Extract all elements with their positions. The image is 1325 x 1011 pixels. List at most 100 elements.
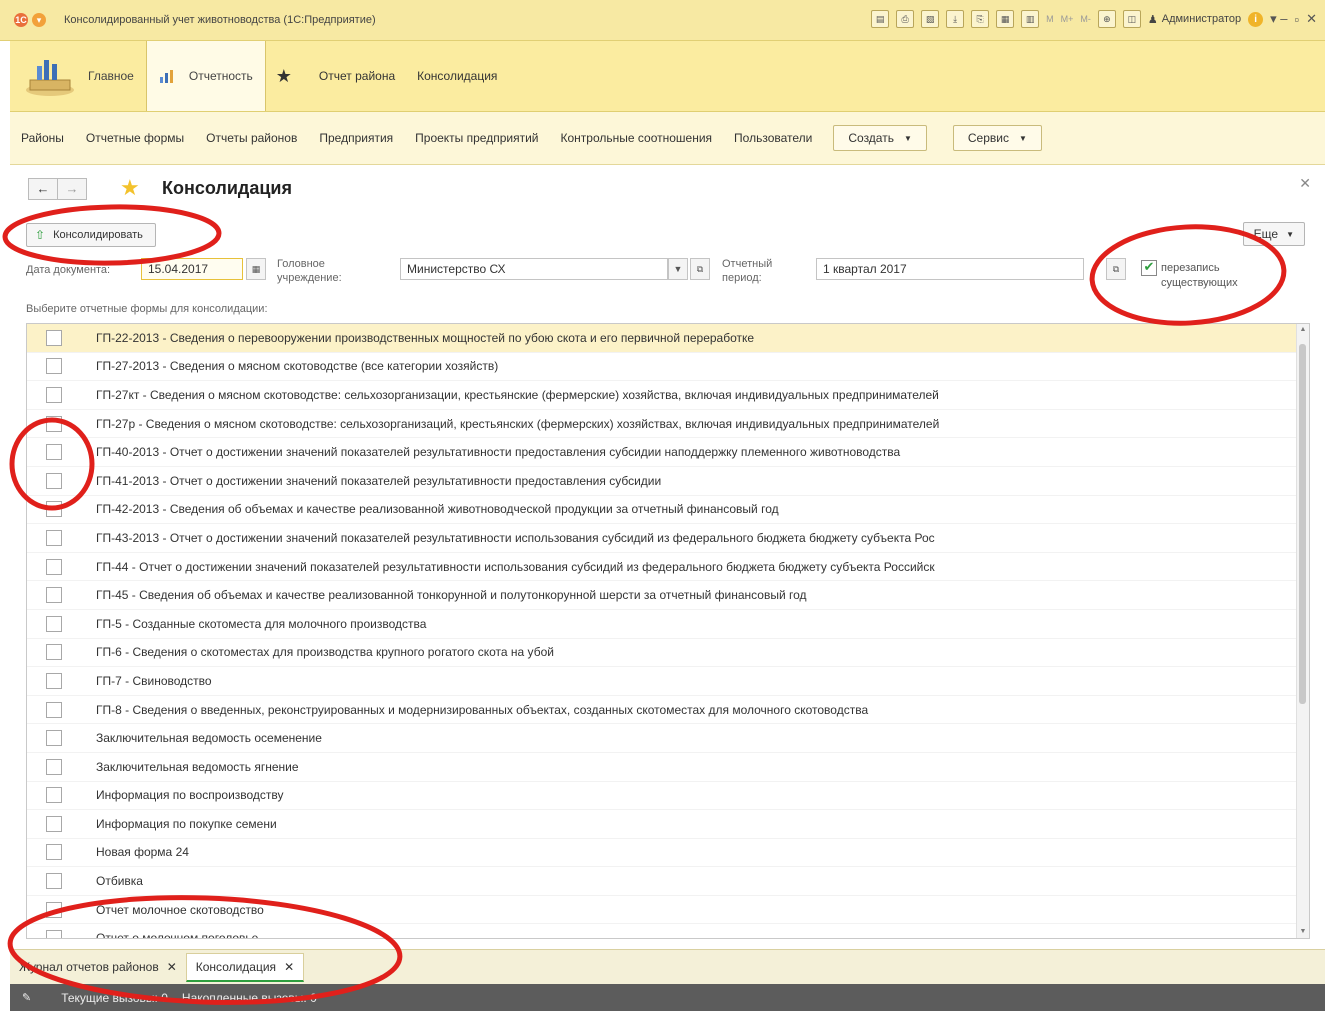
minimize-icon[interactable]: ▾ – <box>1270 11 1287 27</box>
close-window-icon[interactable]: ✕ <box>1306 11 1317 27</box>
favorites-icon[interactable]: ▤ <box>871 10 890 28</box>
row-checkbox[interactable] <box>46 815 62 832</box>
table-row[interactable]: Заключительная ведомость ягнение <box>27 753 1309 782</box>
row-checkbox[interactable] <box>46 930 62 938</box>
row-checkbox[interactable] <box>46 901 62 918</box>
table-row[interactable]: ГП-43-2013 - Отчет о достижении значений… <box>27 524 1309 553</box>
table-row[interactable]: ГП-5 - Созданные скотоместа для молочног… <box>27 610 1309 639</box>
nav-control-ratios[interactable]: Контрольные соотношения <box>550 131 724 145</box>
open-window-tab[interactable]: Журнал отчетов районов ✕ <box>10 954 186 980</box>
table-row[interactable]: ГП-6 - Сведения о скотоместах для произв… <box>27 639 1309 668</box>
favorites-star-icon[interactable]: ★ <box>276 66 292 87</box>
save-icon[interactable]: ⤓ <box>946 10 965 28</box>
maximize-icon[interactable]: ▫ <box>1294 12 1299 27</box>
memory-mminus-label[interactable]: M- <box>1080 14 1091 24</box>
back-arrow-icon[interactable]: ← <box>28 178 58 200</box>
table-row[interactable]: ГП-27-2013 - Сведения о мясном скотоводс… <box>27 353 1309 382</box>
table-row[interactable]: Отбивка <box>27 867 1309 896</box>
row-checkbox[interactable] <box>46 386 62 403</box>
create-button[interactable]: Создать ▼ <box>833 125 927 151</box>
nav-enterprise-projects[interactable]: Проекты предприятий <box>404 131 549 145</box>
calendar-picker-icon[interactable]: ▦ <box>246 258 266 280</box>
table-row[interactable]: ГП-27кт - Сведения о мясном скотоводстве… <box>27 381 1309 410</box>
scroll-up-icon[interactable]: ▲ <box>1297 324 1309 336</box>
consolidate-button[interactable]: ⇧ Консолидировать <box>26 223 156 247</box>
vertical-scrollbar[interactable]: ▲ ▼ <box>1296 324 1309 938</box>
period-field[interactable]: 1 квартал 2017 <box>816 258 1084 280</box>
app-logo-icon[interactable]: 1C <box>14 13 28 27</box>
row-checkbox[interactable] <box>46 730 62 747</box>
table-row[interactable]: ГП-22-2013 - Сведения о перевооружении п… <box>27 324 1309 353</box>
link-icon[interactable]: ⎘ <box>971 10 990 28</box>
nav-users[interactable]: Пользователи <box>723 131 823 145</box>
row-checkbox[interactable] <box>46 615 62 632</box>
row-checkbox[interactable] <box>46 501 62 518</box>
favorite-star-icon[interactable]: ★ <box>120 175 140 201</box>
row-checkbox[interactable] <box>46 444 62 461</box>
nav-districts[interactable]: Районы <box>10 131 75 145</box>
window-mode-icon[interactable]: ◫ <box>1122 10 1141 28</box>
forward-arrow-icon[interactable]: → <box>58 178 87 200</box>
table-row[interactable]: ГП-40-2013 - Отчет о достижении значений… <box>27 438 1309 467</box>
row-checkbox[interactable] <box>46 558 62 575</box>
table-row[interactable]: Новая форма 24 <box>27 839 1309 868</box>
preview-icon[interactable]: ▧ <box>921 10 940 28</box>
table-row[interactable]: Информация по покупке семени <box>27 810 1309 839</box>
row-checkbox[interactable] <box>46 844 62 861</box>
close-tab-icon[interactable]: ✕ <box>167 960 177 974</box>
section-consolidation[interactable]: Консолидация <box>406 69 508 83</box>
more-button[interactable]: Еще ▼ <box>1242 222 1305 246</box>
table-row[interactable]: ГП-45 - Сведения об объемах и качестве р… <box>27 581 1309 610</box>
row-checkbox[interactable] <box>46 329 62 346</box>
row-checkbox[interactable] <box>46 587 62 604</box>
table-row[interactable]: ГП-41-2013 - Отчет о достижении значений… <box>27 467 1309 496</box>
nav-report-forms[interactable]: Отчетные формы <box>75 131 195 145</box>
section-reporting[interactable]: Отчетность <box>145 41 266 111</box>
row-checkbox[interactable] <box>46 787 62 804</box>
scroll-thumb[interactable] <box>1299 344 1306 704</box>
calculator-icon[interactable]: ▦ <box>996 10 1015 28</box>
nav-enterprises[interactable]: Предприятия <box>308 131 404 145</box>
row-checkbox[interactable] <box>46 415 62 432</box>
table-row[interactable]: Заключительная ведомость осеменение <box>27 724 1309 753</box>
table-row[interactable]: Информация по воспроизводству <box>27 782 1309 811</box>
close-tab-icon[interactable]: ✕ <box>284 960 294 974</box>
row-checkbox[interactable] <box>46 472 62 489</box>
row-checkbox[interactable] <box>46 529 62 546</box>
period-link-icon[interactable]: ⧉ <box>1106 258 1126 280</box>
table-row[interactable]: ГП-27р - Сведения о мясном скотоводстве:… <box>27 410 1309 439</box>
organization-field[interactable]: Министерство СХ <box>400 258 668 280</box>
overwrite-label[interactable]: перезапись существующих <box>1161 261 1238 291</box>
table-row[interactable]: Отчет молочное скотоводство <box>27 896 1309 925</box>
table-row[interactable]: Отчет о молочном поголовье <box>27 924 1309 938</box>
scroll-down-icon[interactable]: ▼ <box>1297 926 1309 938</box>
row-checkbox[interactable] <box>46 672 62 689</box>
open-window-tab-active[interactable]: Консолидация ✕ <box>185 952 305 982</box>
memory-mplus-label[interactable]: M+ <box>1061 14 1074 24</box>
dropdown-icon[interactable]: ▼ <box>668 258 688 280</box>
table-row[interactable]: ГП-42-2013 - Сведения об объемах и качес… <box>27 496 1309 525</box>
section-main[interactable]: Главное <box>10 41 146 111</box>
row-checkbox[interactable] <box>46 873 62 890</box>
table-row[interactable]: ГП-7 - Свиноводство <box>27 667 1309 696</box>
row-checkbox[interactable] <box>46 644 62 661</box>
table-row[interactable]: ГП-8 - Сведения о введенных, реконструир… <box>27 696 1309 725</box>
zoom-icon[interactable]: ⊕ <box>1097 10 1116 28</box>
date-field[interactable]: 15.04.2017 <box>141 258 243 280</box>
row-checkbox[interactable] <box>46 358 62 375</box>
service-button[interactable]: Сервис ▼ <box>952 125 1042 151</box>
print-icon[interactable]: ⎙ <box>896 10 915 28</box>
table-row[interactable]: ГП-44 - Отчет о достижении значений пока… <box>27 553 1309 582</box>
section-district-report[interactable]: Отчет района <box>308 69 406 83</box>
info-icon[interactable]: i <box>1248 11 1264 27</box>
row-checkbox[interactable] <box>46 758 62 775</box>
close-icon[interactable]: ✕ <box>1299 175 1311 192</box>
overwrite-checkbox[interactable]: ✔ <box>1141 260 1157 276</box>
row-checkbox[interactable] <box>46 701 62 718</box>
nav-district-reports[interactable]: Отчеты районов <box>195 131 308 145</box>
current-user[interactable]: ♟ Администратор <box>1148 13 1241 26</box>
calendar-icon[interactable]: ▥ <box>1021 10 1040 28</box>
open-link-icon[interactable]: ⧉ <box>690 258 710 280</box>
main-menu-icon[interactable]: ▾ <box>32 13 46 27</box>
memory-m-label[interactable]: M <box>1046 14 1054 24</box>
